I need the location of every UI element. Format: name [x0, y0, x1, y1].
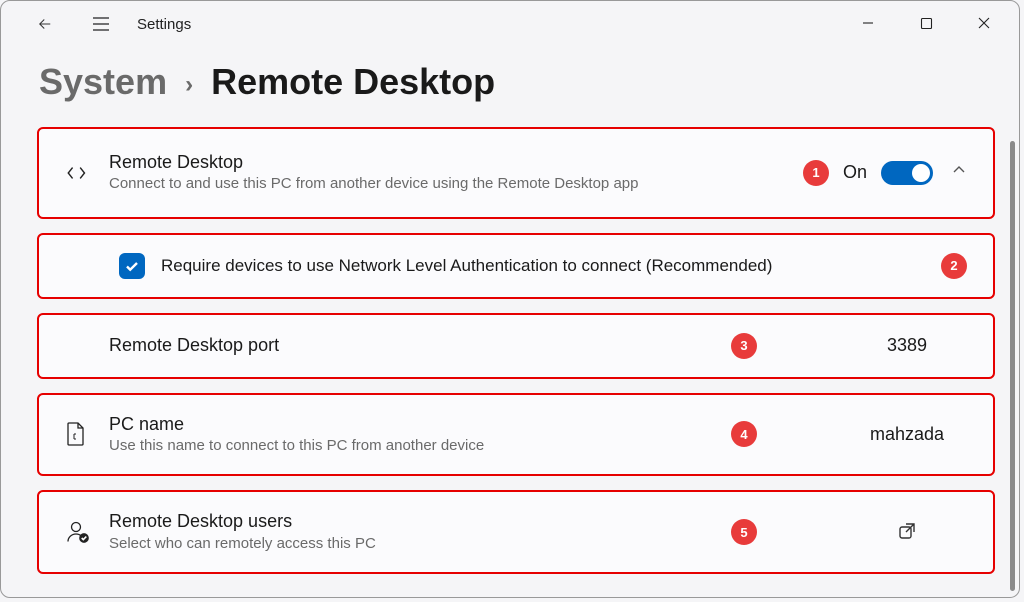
- users-title: Remote Desktop users: [109, 510, 731, 533]
- settings-window: Settings System › Remote Desktop Remote …: [0, 0, 1020, 598]
- port-row[interactable]: Remote Desktop port 3 3389: [37, 313, 995, 379]
- nla-row[interactable]: Require devices to use Network Level Aut…: [37, 233, 995, 299]
- remote-desktop-toggle[interactable]: [881, 161, 933, 185]
- pcname-row[interactable]: PC name Use this name to connect to this…: [37, 393, 995, 477]
- pcname-value: mahzada: [847, 424, 967, 445]
- content-area: Remote Desktop Connect to and use this P…: [1, 103, 1019, 574]
- pcname-title: PC name: [109, 413, 731, 436]
- users-icon: [65, 520, 109, 544]
- annotation-badge-1: 1: [803, 160, 829, 186]
- nla-label: Require devices to use Network Level Aut…: [161, 256, 921, 276]
- title-bar: Settings: [1, 1, 1019, 47]
- toggle-state-label: On: [843, 162, 867, 183]
- close-button[interactable]: [955, 7, 1013, 39]
- remote-subtitle: Connect to and use this PC from another …: [109, 174, 803, 194]
- nla-checkbox[interactable]: [119, 253, 145, 279]
- maximize-button[interactable]: [897, 7, 955, 39]
- users-subtitle: Select who can remotely access this PC: [109, 534, 731, 554]
- pcname-subtitle: Use this name to connect to this PC from…: [109, 436, 731, 456]
- minimize-button[interactable]: [839, 7, 897, 39]
- hamburger-icon[interactable]: [83, 6, 119, 42]
- port-title: Remote Desktop port: [109, 334, 731, 357]
- file-icon: [65, 421, 109, 447]
- users-row[interactable]: Remote Desktop users Select who can remo…: [37, 490, 995, 574]
- page-title: Remote Desktop: [211, 61, 495, 103]
- back-button[interactable]: [27, 6, 63, 42]
- breadcrumb: System › Remote Desktop: [1, 47, 1019, 103]
- chevron-right-icon: ›: [185, 71, 193, 99]
- scrollbar[interactable]: [1010, 141, 1015, 591]
- window-controls: [839, 7, 1013, 39]
- annotation-badge-4: 4: [731, 421, 757, 447]
- annotation-badge-3: 3: [731, 333, 757, 359]
- chevron-up-icon[interactable]: [951, 162, 967, 183]
- breadcrumb-parent[interactable]: System: [39, 61, 167, 103]
- port-value: 3389: [847, 335, 967, 356]
- external-link-icon[interactable]: [847, 521, 967, 543]
- remote-desktop-row[interactable]: Remote Desktop Connect to and use this P…: [37, 127, 995, 219]
- remote-icon: [65, 160, 109, 186]
- annotation-badge-2: 2: [941, 253, 967, 279]
- app-title: Settings: [137, 16, 191, 33]
- annotation-badge-5: 5: [731, 519, 757, 545]
- remote-title: Remote Desktop: [109, 151, 803, 174]
